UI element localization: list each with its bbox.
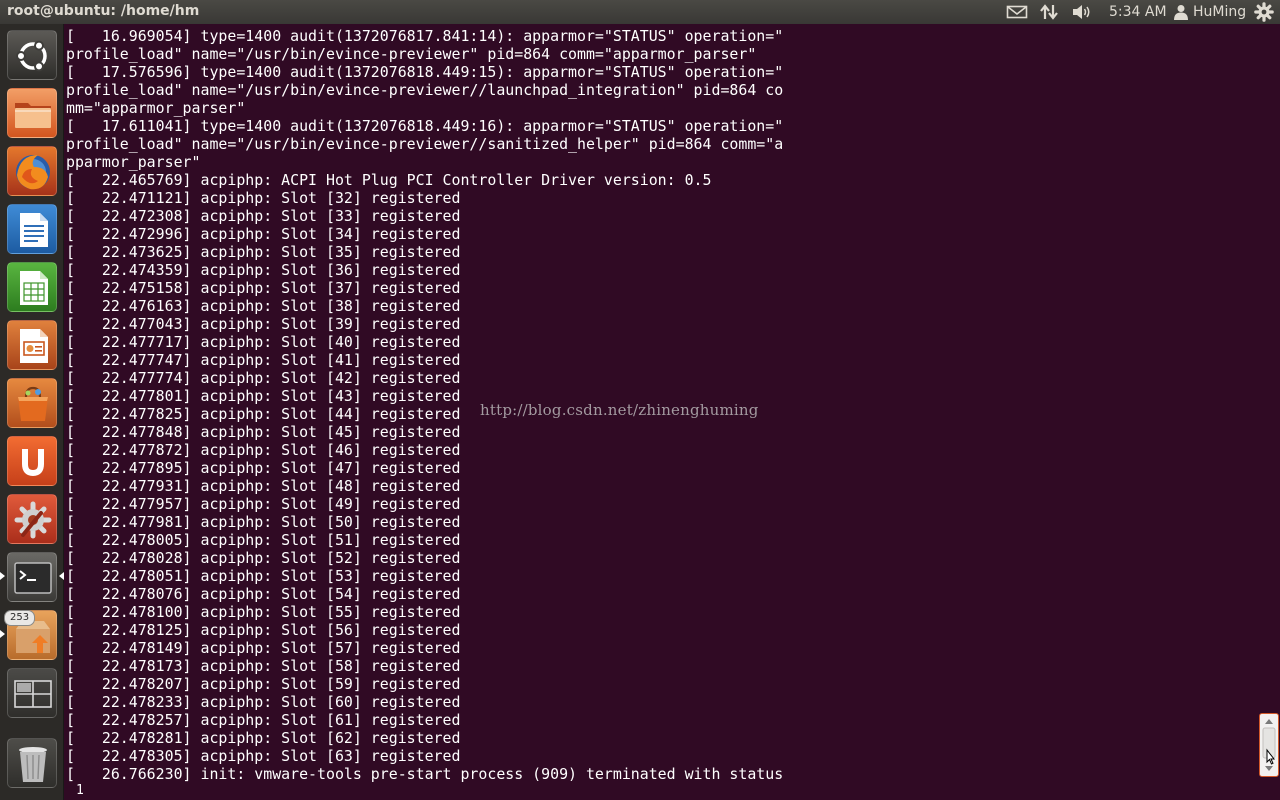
launcher-ubuntu-one[interactable] xyxy=(7,436,57,486)
watermark: http://blog.csdn.net/zhinenghuming xyxy=(480,401,759,419)
terminal-view[interactable]: [ 16.969054] type=1400 audit(1372076817.… xyxy=(64,24,1280,800)
terminal-line: [ 22.477747] acpiphp: Slot [41] register… xyxy=(66,351,461,369)
launcher-files[interactable] xyxy=(7,88,57,138)
ubuntu-logo-icon xyxy=(16,40,47,72)
terminal-line: [ 22.477931] acpiphp: Slot [48] register… xyxy=(66,477,461,495)
terminal-line: [ 22.478028] acpiphp: Slot [52] register… xyxy=(66,549,461,567)
terminal-line: profile_load" name="/usr/bin/evince-prev… xyxy=(66,45,757,63)
terminal-line: [ 22.478125] acpiphp: Slot [56] register… xyxy=(66,621,461,639)
libreoffice-calc-icon xyxy=(20,271,48,305)
mail-icon[interactable] xyxy=(1006,2,1028,22)
terminal-line: [ 22.477957] acpiphp: Slot [49] register… xyxy=(66,495,461,513)
launcher-calc[interactable] xyxy=(7,262,57,312)
terminal-line: mm="apparmor_parser" xyxy=(66,99,246,117)
launcher: 253 xyxy=(0,24,64,800)
terminal-line: profile_load" name="/usr/bin/evince-prev… xyxy=(66,135,784,153)
active-indicator xyxy=(0,572,5,580)
terminal-line: [ 22.472996] acpiphp: Slot [34] register… xyxy=(66,225,461,243)
running-indicator xyxy=(0,630,5,638)
terminal-line: [ 22.477717] acpiphp: Slot [40] register… xyxy=(66,333,461,351)
libreoffice-writer-icon xyxy=(20,213,48,247)
terminal-line: [ 22.478149] acpiphp: Slot [57] register… xyxy=(66,639,461,657)
launcher-software-center[interactable] xyxy=(7,378,57,428)
terminal-line: [ 22.478207] acpiphp: Slot [59] register… xyxy=(66,675,461,693)
terminal-line: [ 22.478051] acpiphp: Slot [53] register… xyxy=(66,567,461,585)
terminal-line: [ 22.477774] acpiphp: Slot [42] register… xyxy=(66,369,461,387)
terminal-line: pparmor_parser" xyxy=(66,153,201,171)
launcher-terminal[interactable] xyxy=(7,552,57,602)
terminal-icon xyxy=(14,562,52,594)
launcher-workspaces[interactable] xyxy=(7,668,57,718)
scroll-arrows-icon xyxy=(1262,719,1276,771)
terminal-line: [ 22.477895] acpiphp: Slot [47] register… xyxy=(66,459,461,477)
terminal-line: [ 22.478173] acpiphp: Slot [58] register… xyxy=(66,657,461,675)
terminal-line: [ 22.478257] acpiphp: Slot [61] register… xyxy=(66,711,461,729)
terminal-line: [ 22.478100] acpiphp: Slot [55] register… xyxy=(66,603,461,621)
terminal-line: [ 22.471121] acpiphp: Slot [32] register… xyxy=(66,189,461,207)
trash-icon xyxy=(19,747,47,782)
terminal-line: [ 22.477043] acpiphp: Slot [39] register… xyxy=(66,315,461,333)
launcher-writer[interactable] xyxy=(7,204,57,254)
user-name[interactable]: HuMing xyxy=(1193,2,1246,22)
volume-icon[interactable] xyxy=(1071,2,1093,22)
launcher-system-settings[interactable] xyxy=(7,494,57,544)
launcher-impress[interactable] xyxy=(7,320,57,370)
terminal-line: [ 22.477825] acpiphp: Slot [44] register… xyxy=(66,405,461,423)
launcher-trash[interactable] xyxy=(7,738,57,788)
firefox-icon xyxy=(16,155,50,190)
session-gear-icon[interactable] xyxy=(1254,2,1274,22)
update-count-badge: 253 xyxy=(4,610,36,626)
libreoffice-impress-icon xyxy=(20,329,48,363)
network-icon[interactable] xyxy=(1039,2,1059,22)
terminal-line: [ 22.478233] acpiphp: Slot [60] register… xyxy=(66,693,461,711)
terminal-line: [ 22.478281] acpiphp: Slot [62] register… xyxy=(66,729,461,747)
terminal-line: [ 22.477801] acpiphp: Slot [43] register… xyxy=(66,387,461,405)
terminal-scrollbar[interactable] xyxy=(1259,713,1279,777)
terminal-line: [ 22.474359] acpiphp: Slot [36] register… xyxy=(66,261,461,279)
terminal-line: [ 16.969054] type=1400 audit(1372076817.… xyxy=(66,27,784,45)
terminal-line: [ 22.478076] acpiphp: Slot [54] register… xyxy=(66,585,461,603)
clock[interactable]: 5:34 AM xyxy=(1109,2,1167,22)
terminal-line: [ 22.477981] acpiphp: Slot [50] register… xyxy=(66,513,461,531)
terminal-line: [ 17.576596] type=1400 audit(1372076818.… xyxy=(66,63,784,81)
workspace-switcher-icon xyxy=(14,680,52,708)
terminal-line: [ 22.473625] acpiphp: Slot [35] register… xyxy=(66,243,461,261)
gear-wrench-icon xyxy=(14,501,52,539)
terminal-line: [ 22.477872] acpiphp: Slot [46] register… xyxy=(66,441,461,459)
window-title: root@ubuntu: /home/hm xyxy=(7,3,200,19)
ubuntu-one-icon xyxy=(22,449,44,477)
terminal-line: [ 22.472308] acpiphp: Slot [33] register… xyxy=(66,207,461,225)
terminal-line: [ 22.475158] acpiphp: Slot [37] register… xyxy=(66,279,461,297)
terminal-line: [ 17.611041] type=1400 audit(1372076818.… xyxy=(66,117,784,135)
terminal-line: [ 22.478005] acpiphp: Slot [51] register… xyxy=(66,531,461,549)
top-panel: root@ubuntu: /home/hm 5:34 AM HuMing xyxy=(0,0,1280,24)
launcher-dash-home[interactable] xyxy=(7,30,57,80)
shopping-bag-icon xyxy=(18,386,48,421)
terminal-last-line: 1 xyxy=(76,783,84,798)
terminal-line: [ 22.478305] acpiphp: Slot [63] register… xyxy=(66,747,461,765)
terminal-line: [ 22.477848] acpiphp: Slot [45] register… xyxy=(66,423,461,441)
terminal-line: [ 22.465769] acpiphp: ACPI Hot Plug PCI … xyxy=(66,171,712,189)
launcher-firefox[interactable] xyxy=(7,146,57,196)
terminal-line: [ 26.766230] init: vmware-tools pre-star… xyxy=(66,765,784,783)
folder-icon xyxy=(15,103,51,128)
terminal-line: [ 22.476163] acpiphp: Slot [38] register… xyxy=(66,297,461,315)
terminal-line: profile_load" name="/usr/bin/evince-prev… xyxy=(66,81,784,99)
user-icon[interactable] xyxy=(1174,2,1188,22)
